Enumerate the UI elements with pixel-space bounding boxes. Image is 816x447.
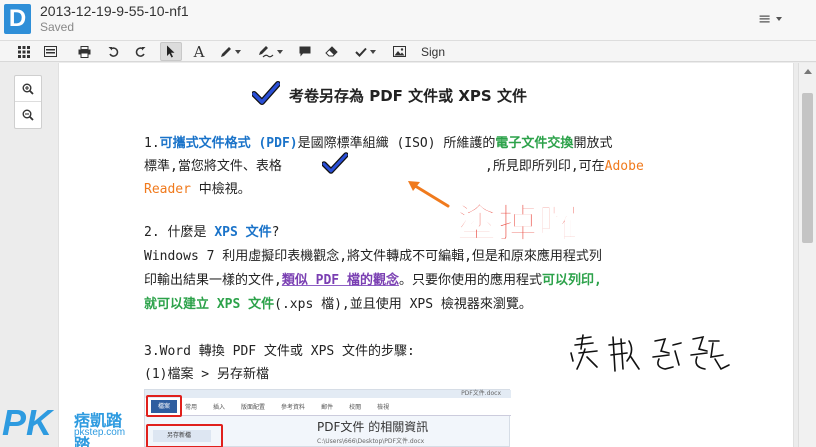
signature-pen-icon bbox=[258, 46, 273, 58]
inserted-checkmark-icon[interactable] bbox=[322, 152, 348, 174]
embedded-word-screenshot: PDF文件.docx 常用 插入 版面配置 參考資料 郵件 校閱 檢視 檔案 另… bbox=[144, 389, 511, 447]
erased-stamp-text[interactable]: 塗掉囉 bbox=[456, 193, 580, 249]
paragraph-1-line-2-end: ,所見即所列印,可在Adobe bbox=[485, 159, 644, 174]
red-highlight-box bbox=[146, 395, 182, 417]
printer-icon bbox=[78, 45, 90, 58]
zoom-in-button[interactable] bbox=[15, 76, 41, 102]
paragraph-1-line-1: 1.可攜式文件格式 (PDF)是國際標準組織 (ISO) 所維護的電子文件交換開… bbox=[144, 136, 613, 151]
annotation-arrow[interactable] bbox=[404, 178, 452, 210]
vertical-scrollbar[interactable] bbox=[798, 63, 816, 447]
site-watermark: PK 痞凱踏踏 pkstep.com bbox=[0, 402, 132, 447]
watermark-logo: PK bbox=[2, 402, 53, 443]
redo-button[interactable] bbox=[130, 42, 150, 61]
cursor-arrow-icon bbox=[167, 45, 175, 58]
toolbar: A Sign bbox=[0, 40, 816, 62]
pen-tool-button[interactable] bbox=[216, 42, 244, 61]
paragraph-2-line-2: Windows 7 利用虛擬印表機觀念,將文件轉成不可編輯,但是和原來應用程式列 bbox=[144, 249, 602, 264]
hamburger-icon: ≡ bbox=[758, 9, 772, 28]
sign-button[interactable]: Sign bbox=[416, 42, 450, 61]
print-button[interactable] bbox=[74, 42, 94, 61]
arrow-up-icon bbox=[803, 69, 812, 74]
document-page[interactable]: 考卷另存為 PDF 文件或 XPS 文件 1.可攜式文件格式 (PDF)是國際標… bbox=[58, 63, 794, 447]
paragraph-3-line-1: 3.Word 轉換 PDF 文件或 XPS 文件的步驟: bbox=[144, 344, 415, 359]
app-header: D 2013-12-19-9-55-10-nf1 Saved ≡ bbox=[0, 0, 816, 40]
image-icon bbox=[392, 46, 406, 57]
zoom-out-icon bbox=[22, 109, 34, 121]
caret-down-icon bbox=[234, 49, 241, 54]
grid-icon bbox=[18, 45, 30, 58]
red-highlight-box bbox=[146, 424, 223, 447]
pencil-icon bbox=[220, 46, 231, 57]
watermark-domain: pkstep.com bbox=[74, 427, 126, 438]
caret-down-icon bbox=[276, 49, 283, 54]
signature-pen-button[interactable] bbox=[254, 42, 286, 61]
embedded-ribbon-tabs: 常用 插入 版面配置 參考資料 郵件 校閱 檢視 bbox=[145, 398, 511, 416]
paragraph-3-line-2: (1)檔案 > 另存新檔 bbox=[144, 367, 269, 382]
paragraph-1-line-3: Reader 中檢視。 bbox=[144, 182, 251, 197]
select-tool-button[interactable] bbox=[160, 42, 182, 61]
text-tool-button[interactable]: A bbox=[190, 42, 208, 61]
sign-label: Sign bbox=[420, 44, 446, 59]
paragraph-1-line-2: 標準,當您將文件、表格 bbox=[144, 159, 282, 174]
redo-icon bbox=[135, 46, 146, 57]
caret-down-icon bbox=[369, 49, 376, 54]
caret-down-icon bbox=[776, 17, 782, 21]
eraser-icon bbox=[324, 46, 338, 57]
heading-checkmark-icon bbox=[252, 81, 280, 105]
insert-image-button[interactable] bbox=[390, 42, 408, 61]
text-a-icon: A bbox=[193, 42, 205, 61]
scroll-thumb[interactable] bbox=[802, 93, 813, 243]
thumbnails-button[interactable] bbox=[14, 42, 34, 61]
list-panel-icon bbox=[43, 46, 57, 57]
zoom-controls bbox=[14, 75, 42, 129]
paragraph-2-line-1: 2. 什麼是 XPS 文件? bbox=[144, 225, 280, 240]
zoom-out-button[interactable] bbox=[15, 102, 41, 128]
checkmark-tool-button[interactable] bbox=[350, 42, 380, 61]
embedded-info-heading: PDF文件 的相關資訊 bbox=[317, 420, 429, 434]
embedded-title-bar: PDF文件.docx bbox=[145, 390, 511, 398]
speech-bubble-icon bbox=[299, 46, 311, 57]
app-logo: D bbox=[4, 4, 31, 34]
handwritten-signature[interactable] bbox=[569, 331, 765, 375]
scroll-up-button[interactable] bbox=[799, 63, 816, 80]
undo-icon bbox=[108, 46, 119, 57]
document-title[interactable]: 2013-12-19-9-55-10-nf1 bbox=[40, 3, 189, 19]
save-status: Saved bbox=[40, 20, 75, 34]
checkmark-icon bbox=[354, 47, 367, 57]
eraser-button[interactable] bbox=[322, 42, 340, 61]
comment-button[interactable] bbox=[296, 42, 314, 61]
zoom-in-icon bbox=[22, 83, 34, 95]
document-heading: 考卷另存為 PDF 文件或 XPS 文件 bbox=[289, 87, 527, 105]
undo-button[interactable] bbox=[104, 42, 124, 61]
paragraph-2-line-4: 就可以建立 XPS 文件(.xps 檔),並且使用 XPS 檢視器來瀏覽。 bbox=[144, 297, 532, 312]
hamburger-menu-button[interactable]: ≡ bbox=[758, 9, 786, 29]
paragraph-2-line-3: 印輸出結果一樣的文件,類似 PDF 檔的觀念。只要你使用的應用程式可以列印, bbox=[144, 273, 602, 288]
embedded-file-path: C:\Users\666\Desktop\PDF文件.docx bbox=[317, 438, 425, 445]
outline-button[interactable] bbox=[40, 42, 60, 61]
